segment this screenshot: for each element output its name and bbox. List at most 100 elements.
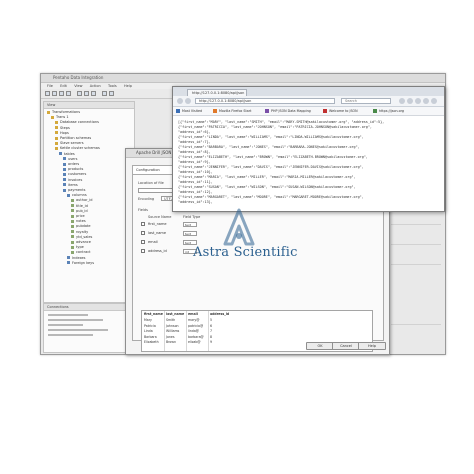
menu-tools[interactable]: Tools	[108, 84, 117, 88]
pause-icon[interactable]	[84, 91, 89, 96]
connections-panel: Connections	[43, 303, 135, 353]
save-as-icon[interactable]	[66, 91, 71, 96]
search-placeholder: Search	[345, 99, 358, 103]
tree-node-label: Partition schemas	[60, 136, 92, 140]
connection-entry[interactable]	[48, 314, 88, 316]
json-line: "address_id":10},	[178, 170, 213, 174]
field-checkbox[interactable]	[141, 240, 145, 244]
bookmark-item[interactable]: https://json.org	[373, 108, 404, 114]
canvas-line	[391, 224, 441, 225]
grid-cell: 9	[210, 340, 213, 344]
menu-view[interactable]: View	[74, 84, 82, 88]
field-checkbox[interactable]	[141, 249, 145, 253]
table-icon	[67, 256, 70, 260]
debug-icon[interactable]	[109, 91, 114, 96]
tab-configuration-label: Configuration	[136, 168, 160, 172]
address-bar-url: http://127.0.0.1:8080/api/json	[199, 99, 252, 103]
bookmark-favicon-icon	[373, 109, 377, 113]
grid-cell: Smith	[166, 318, 176, 322]
json-line: "address_id":9},	[178, 160, 211, 164]
tree-node[interactable]: Foreign keys	[67, 261, 94, 266]
bookmark-item[interactable]: Most Visited	[176, 108, 202, 114]
back-icon[interactable]	[177, 98, 183, 104]
tree-node-label: pub_id	[76, 208, 88, 213]
connection-entry[interactable]	[48, 334, 93, 336]
json-line: {"first_name":"LINDA", "last_name":"WILL…	[178, 135, 364, 139]
tree-node-label: orders	[68, 162, 80, 166]
column-icon	[71, 219, 74, 223]
tree-node-label: Database connections	[60, 120, 99, 125]
menu-edit[interactable]: Edit	[60, 84, 67, 88]
tree-node-label: users	[68, 156, 78, 161]
field-type-select[interactable]: text	[183, 221, 197, 227]
json-viewer: [{"first_name":"MARY", "last_name":"SMIT…	[173, 116, 444, 211]
explorer-tree-panel: View Transformations Trans 1 Database conn…	[43, 101, 135, 303]
folder-icon	[55, 146, 58, 150]
explorer-tree-header: View	[44, 102, 134, 109]
connections-panel-header: Connections	[44, 304, 134, 311]
tree-node-label: payments	[68, 188, 86, 192]
help-button[interactable]: Help	[358, 342, 386, 350]
field-type-select[interactable]: text	[183, 239, 197, 245]
field-type-value: text	[185, 231, 191, 236]
folder-icon	[55, 126, 58, 130]
new-file-icon[interactable]	[45, 91, 50, 96]
field-type-value: text	[185, 240, 191, 245]
connection-entry[interactable]	[48, 329, 108, 331]
forward-icon[interactable]	[185, 98, 191, 104]
cancel-button[interactable]: Cancel	[332, 342, 360, 350]
settings-icon[interactable]	[431, 98, 437, 104]
json-line: "address_id":13},	[178, 200, 213, 204]
ok-button[interactable]: OK	[306, 342, 334, 350]
fields-label: Fields	[138, 208, 148, 212]
tree-node-label: price	[76, 214, 85, 218]
tree-node-label: notes	[76, 219, 86, 224]
preview-icon[interactable]	[102, 91, 107, 96]
stop-icon[interactable]	[91, 91, 96, 96]
canvas-line	[391, 324, 441, 325]
json-line: {"first_name":"MARGARET", "last_name":"M…	[178, 195, 364, 199]
address-bar[interactable]: http://127.0.0.1:8080/api/json	[195, 98, 335, 104]
bookmark-item[interactable]: Welcome to JSON	[323, 108, 358, 114]
bookmark-item[interactable]: PHP JSON Data Mapping	[265, 108, 311, 114]
canvas-line	[391, 244, 441, 245]
canvas-line	[391, 264, 441, 265]
bookmark-favicon-icon	[213, 109, 217, 113]
field-checkbox[interactable]	[141, 222, 145, 226]
browser-tab[interactable]: http://127.0.0.1:8080/api/json	[187, 89, 247, 96]
menu-file[interactable]: File	[47, 84, 53, 88]
run-icon[interactable]	[77, 91, 82, 96]
tree-node-label: advance	[76, 240, 91, 244]
json-line: {"first_name":"ELIZABETH", "last_name":"…	[178, 155, 368, 159]
json-line: {"first_name":"BARBARA", "last_name":"JO…	[178, 145, 360, 149]
bookmark-item[interactable]: Mozilla Firefox Start	[213, 108, 251, 114]
bookmarks-bar: Most Visited Mozilla Firefox Start PHP JSO…	[173, 107, 444, 116]
grid-cell: Johnson	[166, 323, 179, 328]
home-icon[interactable]	[415, 98, 421, 104]
grid-cell: Elizabeth	[144, 340, 159, 344]
download-icon[interactable]	[407, 98, 413, 104]
grid-cell: Williams	[166, 329, 180, 333]
tree-node-label: Steps	[60, 125, 70, 130]
grid-column-separator	[164, 311, 165, 351]
cancel-button-label: Cancel	[340, 344, 352, 348]
save-icon[interactable]	[59, 91, 64, 96]
field-checkbox[interactable]	[141, 231, 145, 235]
column-icon	[71, 235, 74, 239]
grid-column-header: first_name	[144, 312, 163, 316]
menu-help[interactable]: Help	[124, 84, 132, 88]
menu-action[interactable]: Action	[90, 84, 101, 88]
open-file-icon[interactable]	[52, 91, 57, 96]
tree-node-label: author_id	[76, 198, 93, 203]
field-type-select[interactable]: text	[183, 230, 197, 236]
tree-node-label: Trans 1	[56, 115, 69, 120]
menu-icon[interactable]	[423, 98, 429, 104]
search-input[interactable]: Search	[341, 98, 391, 104]
tree-node-label: Indexes	[72, 255, 86, 260]
column-icon	[71, 198, 74, 202]
column-icon	[71, 245, 74, 249]
connection-entry[interactable]	[48, 324, 83, 326]
field-type-value: text	[185, 222, 191, 227]
bookmark-star-icon[interactable]	[399, 98, 405, 104]
connection-entry[interactable]	[48, 319, 103, 321]
